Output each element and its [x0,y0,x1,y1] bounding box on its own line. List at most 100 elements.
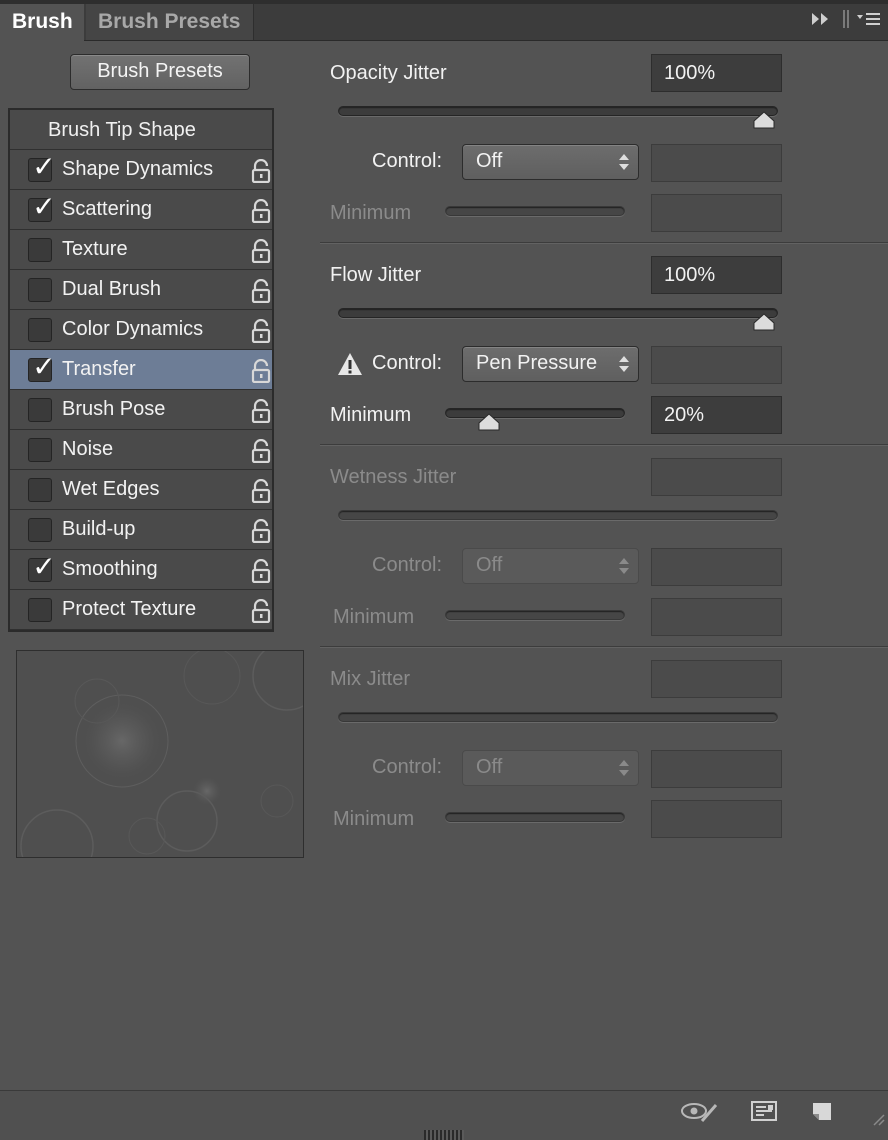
flow-minimum-slider[interactable] [445,408,625,418]
brush-option-wet-edges[interactable]: Wet Edges [10,470,272,510]
mix-control-select: Off [462,750,639,786]
section-divider [320,242,888,244]
brush-option-smoothing[interactable]: ✓ Smoothing [10,550,272,590]
flow-minimum-label: Minimum [330,404,412,426]
brush-option-checkbox[interactable] [28,598,52,622]
brush-option-checkbox[interactable]: ✓ [28,152,56,182]
lock-icon[interactable] [250,238,272,264]
warning-icon [337,352,363,381]
wetness-jitter-label: Wetness Jitter [330,466,457,488]
opacity-jitter-value[interactable]: 100% [651,54,782,92]
lock-icon[interactable] [250,598,272,624]
flow-minimum-value[interactable]: 20% [651,396,782,434]
checkmark-icon: ✓ [32,151,56,182]
flow-control-value: Pen Pressure [476,352,598,374]
lock-icon[interactable] [250,558,272,584]
brush-option-checkbox[interactable] [28,478,52,502]
opacity-control-value: Off [476,150,503,172]
section-divider [320,646,888,648]
mix-jitter-value [651,660,782,698]
flow-control-select[interactable]: Pen Pressure [462,346,639,382]
brush-option-protect-texture[interactable]: Protect Texture [10,590,272,630]
flow-jitter-slider-thumb[interactable] [753,313,775,331]
flow-minimum-slider-thumb[interactable] [478,413,500,431]
panel-tab-bar: Brush Brush Presets [0,0,888,41]
opacity-jitter-slider[interactable] [338,106,778,116]
brush-option-checkbox[interactable] [28,238,52,262]
open-preset-manager-icon[interactable] [750,1099,778,1128]
lock-icon[interactable] [250,478,272,504]
brush-option-checkbox[interactable] [28,438,52,462]
brush-option-label: Scattering [62,198,153,220]
opacity-control-label: Control: [372,150,443,172]
opacity-control-select[interactable]: Off [462,144,639,180]
select-arrows-icon [619,760,629,776]
brush-option-texture[interactable]: Texture [10,230,272,270]
brush-option-scattering[interactable]: ✓ Scattering [10,190,272,230]
resize-corner-icon[interactable] [872,1113,886,1132]
mix-control-label: Control: [372,756,443,778]
tab-brush-presets[interactable]: Brush Presets [86,4,254,40]
brush-tip-shape-item[interactable]: Brush Tip Shape [10,110,272,150]
opacity-minimum-label: Minimum [330,202,412,224]
brush-option-checkbox[interactable] [28,278,52,302]
brush-option-brush-pose[interactable]: Brush Pose [10,390,272,430]
flow-control-extra [651,346,782,384]
wetness-control-extra [651,548,782,586]
select-arrows-icon [619,154,629,170]
wetness-jitter-value [651,458,782,496]
brush-option-checkbox[interactable]: ✓ [28,352,56,382]
lock-icon[interactable] [250,318,272,344]
lock-icon[interactable] [250,358,272,384]
brush-option-label: Wet Edges [62,478,160,500]
wetness-minimum-slider [445,610,625,620]
lock-icon[interactable] [250,198,272,224]
brush-option-checkbox[interactable] [28,518,52,542]
lock-icon[interactable] [250,398,272,424]
brush-option-dual-brush[interactable]: Dual Brush [10,270,272,310]
brush-option-transfer[interactable]: ✓ Transfer [10,350,272,390]
flow-jitter-slider[interactable] [338,308,778,318]
lock-icon[interactable] [250,158,272,184]
flow-jitter-label: Flow Jitter [330,264,422,286]
opacity-jitter-slider-thumb[interactable] [753,111,775,129]
brush-option-label: Shape Dynamics [62,158,214,180]
brush-option-label: Dual Brush [62,278,161,300]
checkmark-icon: ✓ [32,551,56,582]
mix-minimum-slider [445,812,625,822]
wetness-jitter-slider [338,510,778,520]
wetness-control-value: Off [476,554,503,576]
lock-icon[interactable] [250,438,272,464]
panel-resize-grip[interactable] [424,1130,464,1140]
opacity-minimum-value [651,194,782,232]
brush-option-label: Brush Pose [62,398,166,420]
brush-option-checkbox[interactable] [28,318,52,342]
brush-option-noise[interactable]: Noise [10,430,272,470]
flow-jitter-value[interactable]: 100% [651,256,782,294]
brush-presets-button[interactable]: Brush Presets [70,54,250,90]
brush-option-label: Color Dynamics [62,318,204,340]
mix-control-extra [651,750,782,788]
lock-icon[interactable] [250,518,272,544]
opacity-minimum-slider [445,206,625,216]
panel-menu-icon[interactable] [856,10,882,33]
mix-minimum-value [651,800,782,838]
brush-option-label: Texture [62,238,128,260]
collapse-panel-icon[interactable] [810,10,832,33]
section-divider [320,444,888,446]
brush-option-color-dynamics[interactable]: Color Dynamics [10,310,272,350]
wetness-minimum-label: Minimum [333,606,415,628]
brush-option-build-up[interactable]: Build-up [10,510,272,550]
checkmark-icon: ✓ [32,351,56,382]
tab-brush[interactable]: Brush [0,4,84,41]
mix-jitter-slider [338,712,778,722]
lock-icon[interactable] [250,278,272,304]
brush-option-checkbox[interactable]: ✓ [28,552,56,582]
brush-option-checkbox[interactable] [28,398,52,422]
wetness-control-select: Off [462,548,639,584]
brush-option-shape-dynamics[interactable]: ✓ Shape Dynamics [10,150,272,190]
toggle-live-tip-preview-icon[interactable] [680,1099,720,1130]
create-new-brush-icon[interactable] [810,1099,834,1128]
brush-option-checkbox[interactable]: ✓ [28,192,56,222]
wetness-control-label: Control: [372,554,443,576]
